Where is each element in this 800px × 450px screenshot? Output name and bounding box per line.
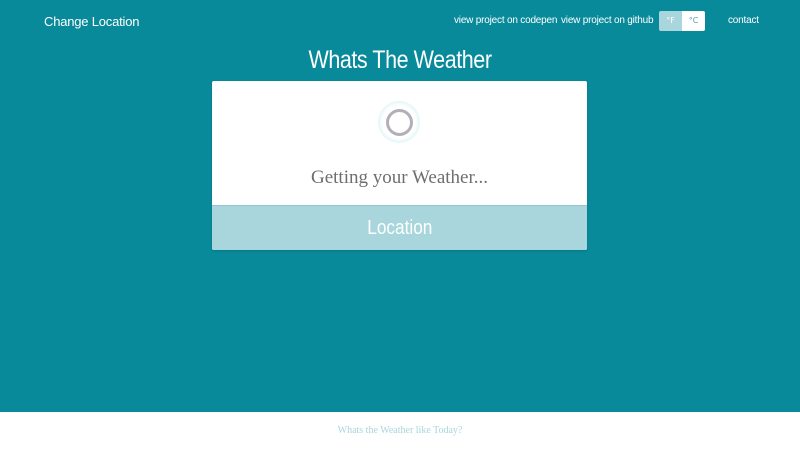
contact-link[interactable]: contact [728, 15, 759, 26]
footer-text: Whats the Weather like Today? [337, 425, 463, 436]
loading-spinner [378, 101, 420, 143]
main-section: Change Location view project on codepen … [0, 0, 800, 412]
fahrenheit-button[interactable]: °F [659, 11, 682, 31]
page-title: Whats The Weather [308, 46, 492, 74]
location-button[interactable]: Location [212, 205, 587, 250]
celsius-button[interactable]: °C [682, 11, 705, 31]
github-link[interactable]: view project on github [561, 15, 654, 26]
loading-text: Getting your Weather... [311, 167, 488, 188]
location-label: Location [366, 217, 433, 239]
change-location-link[interactable]: Change Location [44, 14, 140, 29]
footer: Whats the Weather like Today? [0, 412, 800, 450]
unit-toggle: °F °C [659, 11, 705, 31]
codepen-link[interactable]: view project on codepen [454, 15, 557, 26]
navbar: Change Location view project on codepen … [0, 0, 800, 42]
weather-card: Getting your Weather... Location [212, 81, 587, 250]
spinner-ring-icon [386, 109, 413, 136]
